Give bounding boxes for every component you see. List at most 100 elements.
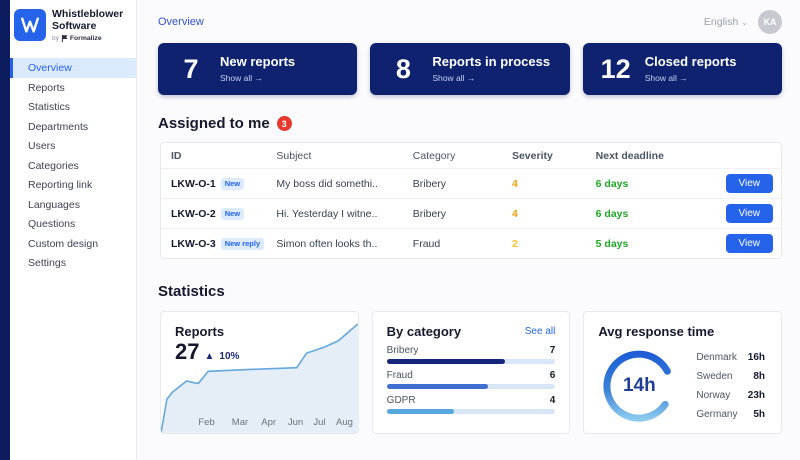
category-bar-row: Fraud 6	[387, 370, 556, 389]
category-label: Bribery	[387, 345, 419, 356]
view-button[interactable]: View	[726, 204, 774, 223]
report-deadline: 6 days	[586, 178, 688, 190]
status-badge: New	[221, 208, 244, 220]
sidebar-item-departments[interactable]: Departments	[10, 117, 136, 137]
category-value: 7	[550, 345, 556, 356]
list-item: Germany 5h	[694, 405, 767, 424]
country-value: 16h	[748, 352, 765, 363]
left-rail	[0, 0, 10, 460]
report-subject: Simon often looks th..	[266, 238, 402, 250]
statistics-section-header: Statistics	[137, 259, 800, 311]
by-category-card: By category See all Bribery 7 Fraud 6	[372, 311, 571, 434]
statistics-cards-row: Reports 27 ▲ 10% Feb Mar Apr Jun Jul Aug	[137, 311, 800, 434]
sidebar-item-users[interactable]: Users	[10, 136, 136, 156]
category-bar-row: GDPR 4	[387, 395, 556, 414]
country-label: Sweden	[696, 371, 732, 382]
trend-up-icon: ▲	[204, 351, 214, 362]
country-response-list: Denmark 16h Sweden 8h Norway 23h Germa	[694, 348, 767, 424]
breadcrumb[interactable]: Overview	[158, 16, 204, 28]
arrow-right-icon: →	[467, 73, 476, 83]
country-label: Germany	[696, 409, 737, 420]
avatar[interactable]: KA	[758, 10, 782, 34]
assigned-table: ID Subject Category Severity Next deadli…	[160, 142, 782, 259]
report-deadline: 6 days	[586, 208, 688, 220]
avg-response-title: Avg response time	[598, 324, 767, 339]
new-reports-count: 7	[176, 56, 206, 83]
sidebar-item-overview[interactable]: Overview	[10, 58, 136, 78]
status-badge: New reply	[221, 238, 264, 250]
see-all-link[interactable]: See all	[525, 326, 556, 337]
formalize-flag-icon	[61, 35, 68, 42]
sidebar-nav: Overview Reports Statistics Departments …	[10, 58, 136, 273]
card-new-reports[interactable]: 7 New reports Show all →	[158, 43, 357, 95]
col-id: ID	[161, 150, 266, 162]
reports-chart-title: Reports	[175, 324, 239, 339]
arrow-right-icon: →	[255, 73, 264, 83]
brand-name-line1: Whistleblower	[52, 9, 123, 21]
byline-brand: Formalize	[70, 35, 102, 42]
in-process-label: Reports in process	[432, 55, 550, 70]
language-selector[interactable]: English ⌄	[704, 16, 748, 28]
category-value: 4	[550, 395, 556, 406]
month-label: Feb	[198, 417, 214, 428]
bar-fill	[387, 359, 505, 364]
table-row[interactable]: LKW-O-1 New My boss did somethi.. Briber…	[161, 168, 781, 198]
main-content: Overview English ⌄ KA 7 New reports Show…	[137, 0, 800, 460]
arrow-right-icon: →	[679, 73, 688, 83]
country-label: Norway	[696, 390, 730, 401]
sidebar-item-reporting-link[interactable]: Reporting link	[10, 175, 136, 195]
reports-delta: 10%	[219, 351, 239, 362]
avg-response-value: 14h	[598, 345, 680, 427]
col-severity: Severity	[502, 150, 586, 162]
sidebar-item-settings[interactable]: Settings	[10, 253, 136, 273]
report-subject: My boss did somethi..	[266, 178, 402, 190]
col-deadline: Next deadline	[586, 150, 688, 162]
in-process-count: 8	[388, 56, 418, 83]
whistleblower-logo-icon	[14, 9, 46, 41]
sidebar-item-languages[interactable]: Languages	[10, 195, 136, 215]
brand-block[interactable]: Whistleblower Software by Formalize	[10, 0, 136, 52]
show-all-link[interactable]: Show all →	[645, 73, 737, 83]
table-row[interactable]: LKW-O-3 New reply Simon often looks th..…	[161, 228, 781, 258]
bar-track	[387, 384, 556, 389]
reports-total: 27	[175, 341, 199, 363]
report-id: LKW-O-2	[171, 208, 216, 220]
report-severity: 4	[502, 178, 586, 190]
country-value: 23h	[748, 390, 765, 401]
country-value: 8h	[753, 371, 765, 382]
sidebar: Whistleblower Software by Formalize Over…	[10, 0, 137, 460]
card-closed-reports[interactable]: 12 Closed reports Show all →	[583, 43, 782, 95]
bar-fill	[387, 384, 488, 389]
new-reports-label: New reports	[220, 55, 295, 70]
month-label: Jul	[313, 417, 325, 428]
list-item: Denmark 16h	[694, 348, 767, 367]
reports-trend-card[interactable]: Reports 27 ▲ 10% Feb Mar Apr Jun Jul Aug	[160, 311, 359, 434]
brand-name-line2: Software	[52, 21, 123, 33]
view-button[interactable]: View	[726, 234, 774, 253]
sidebar-item-reports[interactable]: Reports	[10, 78, 136, 98]
assigned-title: Assigned to me	[158, 115, 270, 132]
month-label: Mar	[232, 417, 248, 428]
card-reports-in-process[interactable]: 8 Reports in process Show all →	[370, 43, 569, 95]
report-category: Bribery	[403, 178, 502, 190]
x-axis-labels: Feb Mar Apr Jun Jul Aug	[161, 417, 358, 429]
bar-track	[387, 359, 556, 364]
category-label: Fraud	[387, 370, 413, 381]
sidebar-item-custom-design[interactable]: Custom design	[10, 234, 136, 254]
report-subject: Hi. Yesterday I witne..	[266, 208, 402, 220]
topbar: Overview English ⌄ KA	[137, 0, 800, 38]
bar-fill	[387, 409, 454, 414]
category-label: GDPR	[387, 395, 416, 406]
table-header-row: ID Subject Category Severity Next deadli…	[161, 143, 781, 168]
table-row[interactable]: LKW-O-2 New Hi. Yesterday I witne.. Brib…	[161, 198, 781, 228]
bar-track	[387, 409, 556, 414]
month-label: Aug	[336, 417, 353, 428]
show-all-link[interactable]: Show all →	[220, 73, 295, 83]
category-value: 6	[550, 370, 556, 381]
sidebar-item-categories[interactable]: Categories	[10, 156, 136, 176]
view-button[interactable]: View	[726, 174, 774, 193]
sidebar-item-statistics[interactable]: Statistics	[10, 97, 136, 117]
month-label: Jun	[288, 417, 303, 428]
show-all-link[interactable]: Show all →	[432, 73, 550, 83]
sidebar-item-questions[interactable]: Questions	[10, 214, 136, 234]
